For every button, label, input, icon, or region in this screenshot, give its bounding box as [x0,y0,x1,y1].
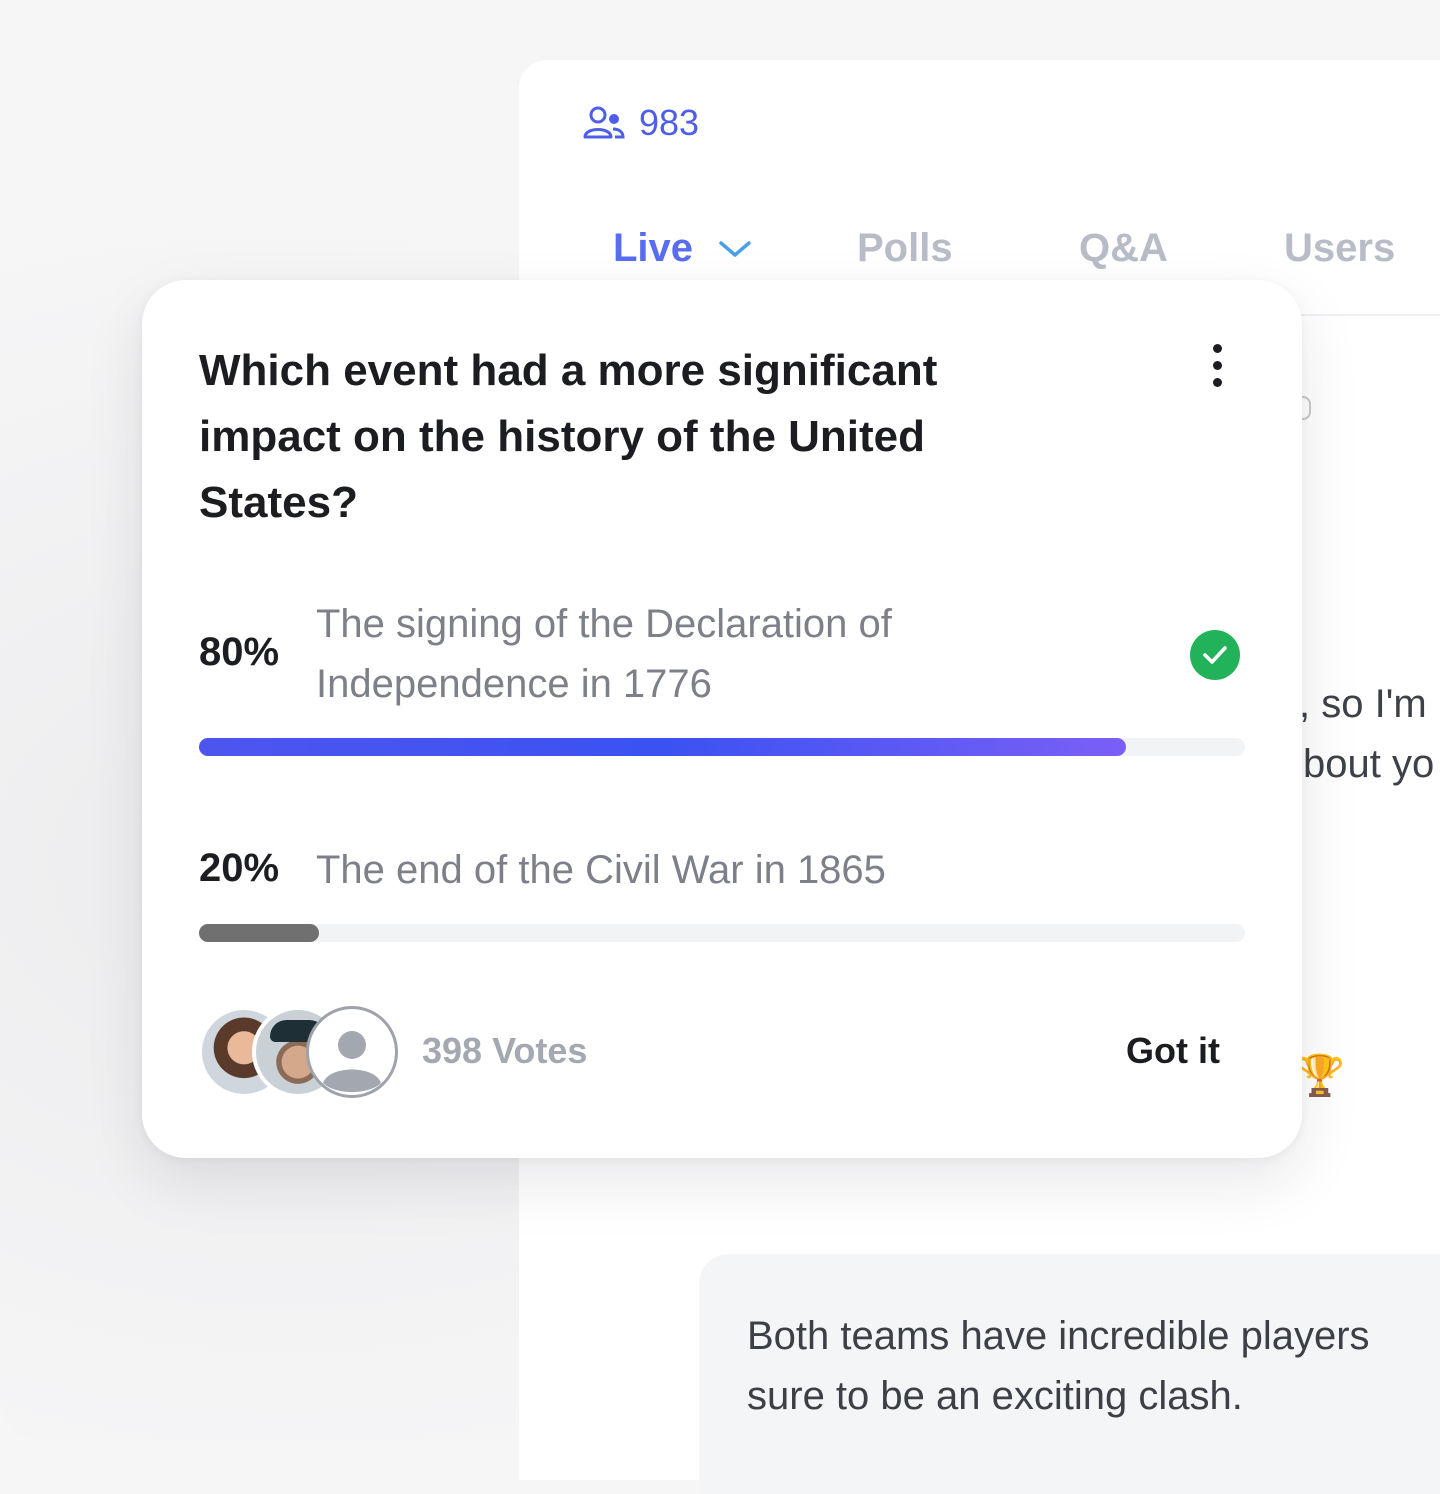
tab-live[interactable]: Live [613,226,753,271]
option-progress-track [199,924,1245,942]
option-progress-fill [199,924,320,942]
poll-question: Which event had a more significant impac… [199,346,938,527]
vote-count: 398 Votes [422,1030,588,1071]
tab-users-label: Users [1284,226,1396,270]
viewer-count: 983 [583,102,699,144]
tab-qa-label: Q&A [1079,226,1168,270]
voter-avatars [198,1006,398,1098]
tab-live-label: Live [613,226,694,270]
check-circle-icon [1190,630,1240,680]
tab-users[interactable]: Users [1284,226,1395,271]
chevron-down-icon [719,240,751,257]
tab-polls-label: Polls [857,226,953,270]
chat-message-fragment: , so I'm [1299,682,1427,726]
trophy-icon: 🏆 [1295,1054,1345,1098]
option-text[interactable]: The signing of the Declaration of Indepe… [316,594,1016,714]
tab-polls[interactable]: Polls [857,226,953,271]
option-percent: 80% [199,630,280,674]
users-icon [583,106,625,139]
option-text[interactable]: The end of the Civil War in 1865 [316,840,1116,900]
chat-message-fragment: bout yo [1303,742,1435,786]
option-progress-track [199,738,1245,756]
viewer-count-value: 983 [639,102,700,143]
more-options-icon[interactable] [1198,342,1238,390]
got-it-button[interactable]: Got it [1126,1030,1220,1072]
chat-message-bubble: Both teams have incredible players sure … [699,1254,1440,1494]
option-percent: 20% [199,846,280,890]
poll-card: Which event had a more significant impac… [142,280,1302,1158]
avatar-placeholder-icon [306,1006,398,1098]
option-progress-fill [199,738,1126,756]
chat-message-text: Both teams have incredible players sure … [747,1314,1370,1418]
tab-qa[interactable]: Q&A [1079,226,1168,271]
